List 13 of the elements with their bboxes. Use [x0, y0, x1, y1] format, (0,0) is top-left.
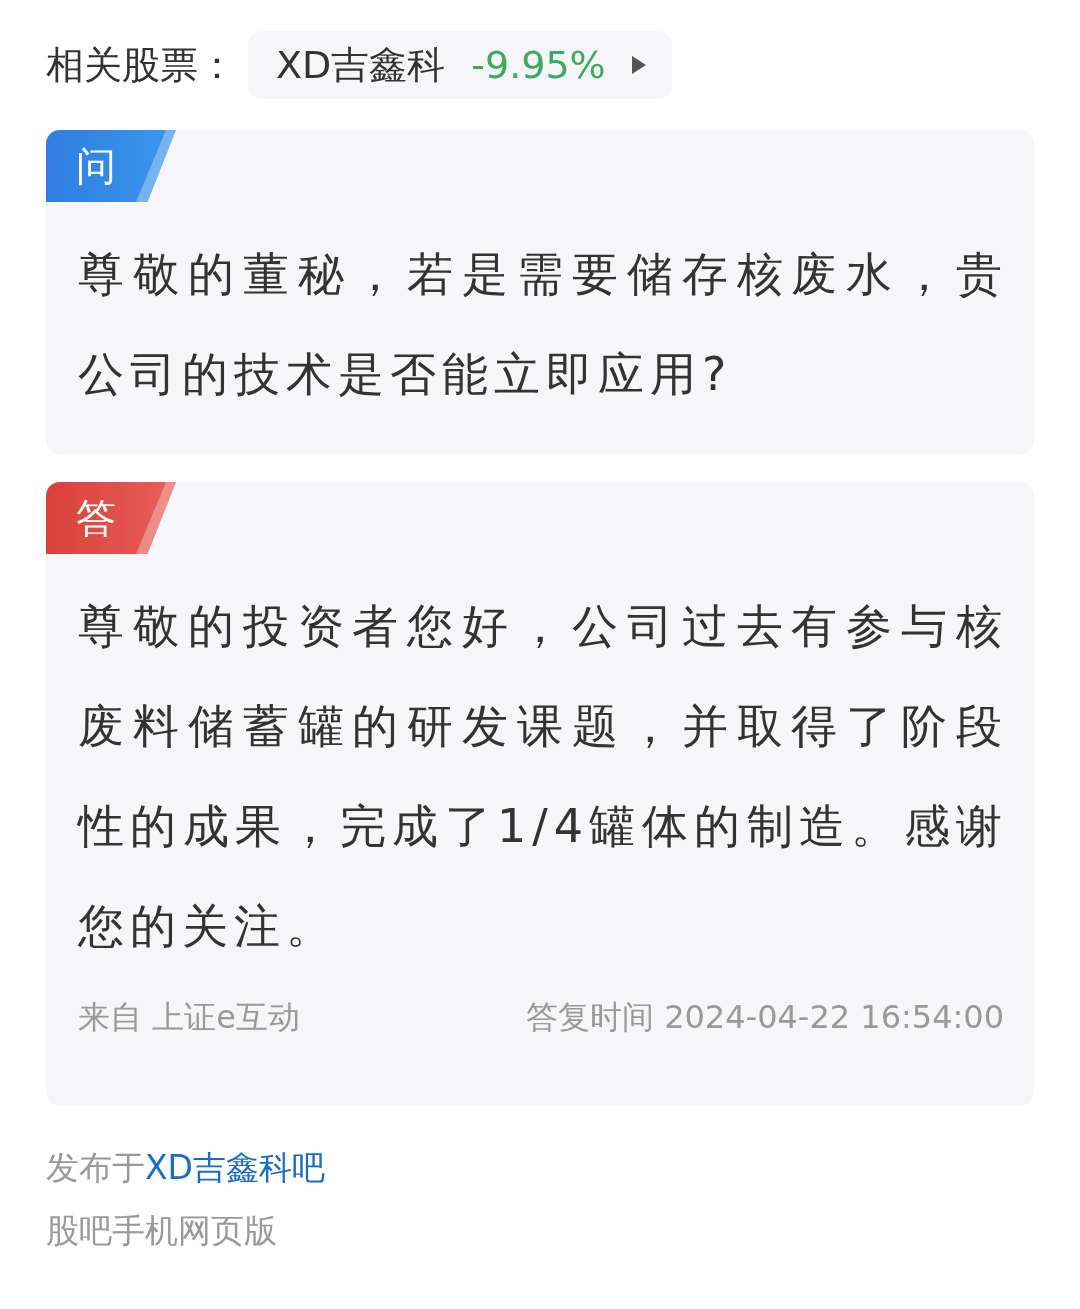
- source-text: 来自 上证e互动: [78, 997, 300, 1038]
- price-change: -9.95%: [471, 43, 606, 87]
- reply-time: 答复时间 2024-04-22 16:54:00: [525, 997, 1004, 1038]
- posted-in-label: 发布于: [46, 1148, 145, 1187]
- qa-text: 尊敬的董秘，若是需要储存核废水，贵公司的技术是否能立即应用?: [78, 246, 1008, 403]
- forum-link[interactable]: XD吉鑫科吧: [145, 1148, 326, 1187]
- badge-label: 问: [46, 130, 176, 202]
- stock-chip[interactable]: XD吉鑫科 -9.95%: [248, 31, 672, 99]
- badge-label: 答: [46, 482, 176, 554]
- play-arrow-icon: [631, 56, 646, 74]
- related-stocks-label: 相关股票：: [46, 41, 236, 89]
- version-text: 股吧手机网页版: [46, 1210, 278, 1252]
- qa-text: 尊敬的投资者您好，公司过去有参与核废料储蓄罐的研发课题，并取得了阶段性的成果，完成了1/4罐体的制造。感谢您的关注。: [78, 598, 1008, 955]
